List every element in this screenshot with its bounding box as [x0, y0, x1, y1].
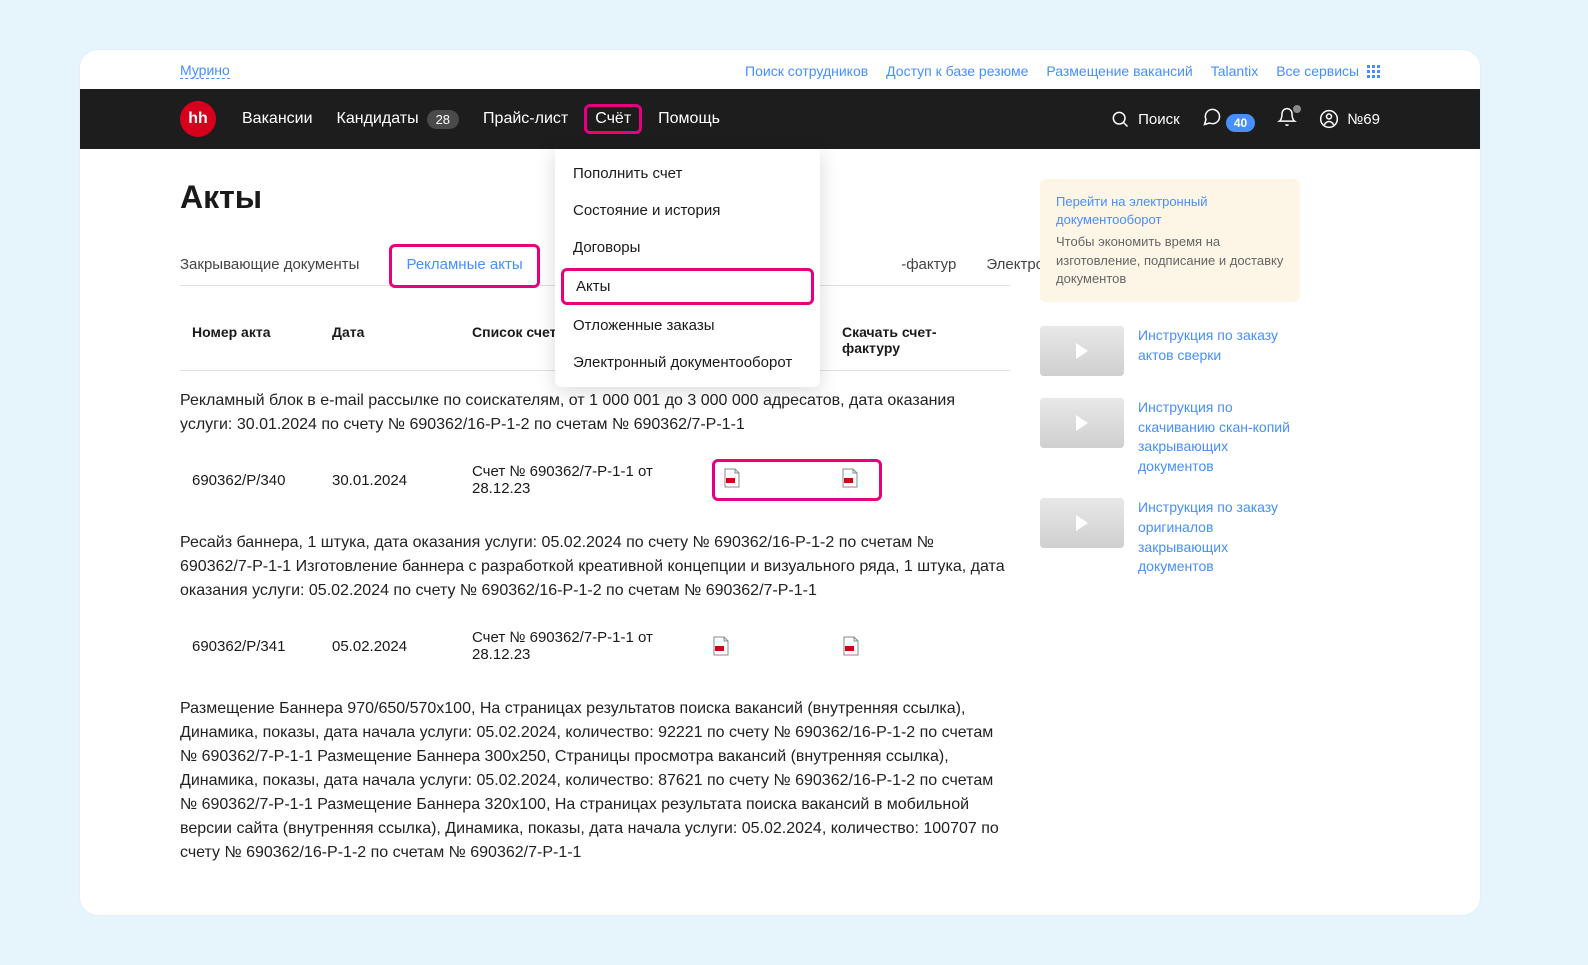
nav-help[interactable]: Помощь: [658, 110, 720, 128]
group-desc: Рекламный блок в e-mail рассылке по соис…: [180, 389, 1010, 437]
download-invoice-button[interactable]: [842, 636, 992, 656]
help-item: Инструкция по заказу оригиналов закрываю…: [1040, 498, 1300, 576]
video-thumbnail[interactable]: [1040, 498, 1124, 548]
top-link[interactable]: Размещение вакансий: [1046, 63, 1192, 79]
play-icon: [1076, 343, 1088, 359]
help-link[interactable]: Инструкция по заказу оригиналов закрываю…: [1138, 498, 1300, 576]
group: Ресайз баннера, 1 штука, дата оказания у…: [180, 531, 1010, 679]
group: Рекламный блок в e-mail рассылке по соис…: [180, 389, 1010, 513]
cell-list: Счет № 690362/7-Р-1-1 от 28.12.23: [472, 629, 712, 663]
navbar: hh Вакансии Кандидаты 28 Прайс-лист Счёт…: [80, 89, 1480, 149]
nav-price[interactable]: Прайс-лист: [483, 110, 568, 128]
edo-notice: Перейти на электронный документооборот Ч…: [1040, 179, 1300, 302]
table-row: 690362/Р/341 05.02.2024 Счет № 690362/7-…: [180, 613, 1010, 679]
logo[interactable]: hh: [180, 101, 216, 137]
app-window: Мурино Поиск сотрудников Доступ к базе р…: [80, 50, 1480, 915]
top-links: Поиск сотрудников Доступ к базе резюме Р…: [745, 63, 1380, 79]
group-desc: Ресайз баннера, 1 штука, дата оказания у…: [180, 531, 1010, 603]
user-menu[interactable]: №69: [1319, 109, 1380, 129]
chat-button[interactable]: 40: [1202, 107, 1256, 131]
pdf-icon: [841, 468, 859, 488]
dropdown-contracts[interactable]: Договоры: [555, 229, 820, 266]
dropdown-topup[interactable]: Пополнить счет: [555, 155, 820, 192]
play-icon: [1076, 415, 1088, 431]
top-link[interactable]: Доступ к базе резюме: [886, 63, 1028, 79]
chat-badge: 40: [1226, 114, 1255, 132]
nav-vacancies[interactable]: Вакансии: [242, 110, 313, 128]
city-link[interactable]: Мурино: [180, 62, 230, 79]
help-item: Инструкция по заказу актов сверки: [1040, 326, 1300, 376]
video-thumbnail[interactable]: [1040, 326, 1124, 376]
cell-num: 690362/Р/340: [192, 472, 332, 489]
account-dropdown: Пополнить счет Состояние и история Догов…: [555, 149, 820, 387]
notification-dot: [1293, 105, 1301, 113]
notifications-button[interactable]: [1277, 107, 1297, 131]
nav-candidates[interactable]: Кандидаты 28: [337, 110, 460, 129]
download-act-button[interactable]: [712, 636, 842, 656]
pdf-download-group: [712, 459, 882, 501]
pdf-icon: [712, 636, 730, 656]
nav-right: Поиск 40 №69: [1110, 107, 1380, 131]
dropdown-edo[interactable]: Электронный документооборот: [555, 344, 820, 381]
download-act-button[interactable]: [723, 468, 741, 492]
table-row: 690362/Р/340 30.01.2024 Счет № 690362/7-…: [180, 447, 1010, 513]
download-invoice-button[interactable]: [841, 468, 859, 492]
dropdown-acts[interactable]: Акты: [561, 268, 814, 305]
cell-date: 05.02.2024: [332, 638, 472, 655]
search-button[interactable]: Поиск: [1110, 109, 1180, 129]
tab-closing-docs[interactable]: Закрывающие документы: [180, 244, 359, 285]
dropdown-deferred[interactable]: Отложенные заказы: [555, 307, 820, 344]
top-link-all-services[interactable]: Все сервисы: [1276, 63, 1380, 79]
user-icon: [1319, 109, 1339, 129]
top-link[interactable]: Talantix: [1211, 63, 1258, 79]
tab-factur[interactable]: -фактур: [901, 244, 956, 285]
help-link[interactable]: Инструкция по заказу актов сверки: [1138, 326, 1300, 376]
nav-items: Вакансии Кандидаты 28 Прайс-лист Счёт По…: [242, 110, 720, 129]
th-num: Номер акта: [192, 324, 332, 356]
top-link[interactable]: Поиск сотрудников: [745, 63, 868, 79]
nav-account[interactable]: Счёт: [584, 104, 642, 134]
help-link[interactable]: Инструкция по скачиванию скан-копий закр…: [1138, 398, 1300, 476]
pdf-icon: [723, 468, 741, 488]
edo-link[interactable]: Перейти на электронный документооборот: [1056, 194, 1208, 227]
cell-list: Счет № 690362/7-Р-1-1 от 28.12.23: [472, 463, 712, 497]
cell-num: 690362/Р/341: [192, 638, 332, 655]
sidebar: Перейти на электронный документооборот Ч…: [1040, 179, 1300, 875]
tab-ad-acts[interactable]: Рекламные акты: [389, 244, 539, 288]
candidates-badge: 28: [427, 110, 459, 129]
grid-icon: [1367, 65, 1380, 78]
chat-icon: [1202, 107, 1222, 127]
video-thumbnail[interactable]: [1040, 398, 1124, 448]
group-desc: Размещение Баннера 970/650/570х100, На с…: [180, 697, 1010, 865]
th-dl-invoice: Скачать счет-фактуру: [842, 324, 992, 356]
search-icon: [1110, 109, 1130, 129]
group: Размещение Баннера 970/650/570х100, На с…: [180, 697, 1010, 865]
edo-notice-text: Чтобы экономить время на изготовление, п…: [1056, 233, 1284, 288]
pdf-icon: [842, 636, 860, 656]
help-item: Инструкция по скачиванию скан-копий закр…: [1040, 398, 1300, 476]
cell-date: 30.01.2024: [332, 472, 472, 489]
dropdown-status[interactable]: Состояние и история: [555, 192, 820, 229]
topbar: Мурино Поиск сотрудников Доступ к базе р…: [80, 50, 1480, 89]
play-icon: [1076, 515, 1088, 531]
th-date: Дата: [332, 324, 472, 356]
